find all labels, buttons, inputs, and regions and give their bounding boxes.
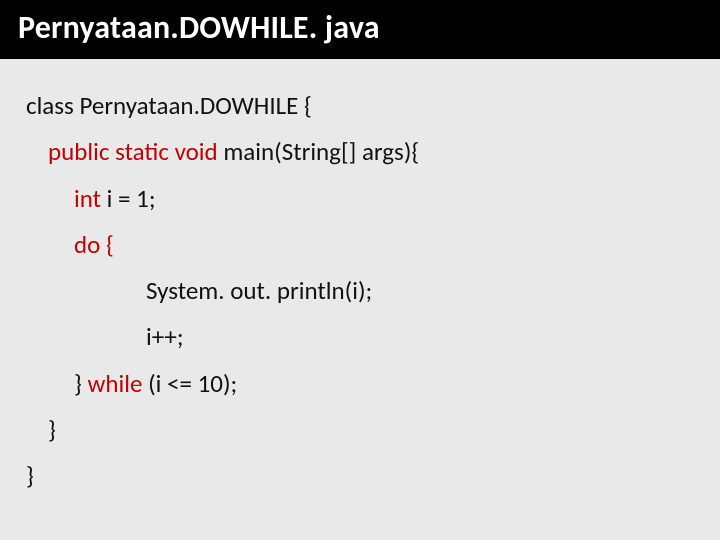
code-text: } bbox=[26, 460, 34, 491]
slide-title-bar: Pernyataan.DOWHILE. java bbox=[0, 0, 720, 59]
code-line-5: System. out. println(i); bbox=[26, 268, 694, 314]
keyword-do: do { bbox=[74, 229, 114, 260]
code-text: (i <= 10); bbox=[142, 368, 237, 399]
keyword-int: int bbox=[74, 183, 101, 214]
keyword-while: while bbox=[88, 368, 143, 399]
code-line-1: class Pernyataan.DOWHILE { bbox=[26, 83, 694, 129]
code-block: class Pernyataan.DOWHILE { public static… bbox=[0, 59, 720, 499]
code-text: i = 1; bbox=[101, 183, 156, 214]
slide: Pernyataan.DOWHILE. java class Pernyataa… bbox=[0, 0, 720, 540]
code-text: } bbox=[74, 368, 88, 399]
code-text: System. out. println(i); bbox=[146, 275, 372, 306]
code-text: class Pernyataan.DOWHILE { bbox=[26, 90, 312, 121]
code-line-6: i++; bbox=[26, 314, 694, 360]
code-text: i++; bbox=[146, 321, 184, 352]
code-line-4: do { bbox=[26, 222, 694, 268]
code-line-8: } bbox=[26, 407, 694, 453]
keyword-public-static-void: public static void bbox=[48, 136, 218, 167]
code-text: main(String[] args){ bbox=[218, 136, 420, 167]
slide-title: Pernyataan.DOWHILE. java bbox=[18, 8, 380, 47]
code-line-3: int i = 1; bbox=[26, 176, 694, 222]
code-line-2: public static void main(String[] args){ bbox=[26, 129, 694, 175]
code-line-7: } while (i <= 10); bbox=[26, 361, 694, 407]
code-text: } bbox=[48, 414, 56, 445]
code-line-9: } bbox=[26, 453, 694, 499]
